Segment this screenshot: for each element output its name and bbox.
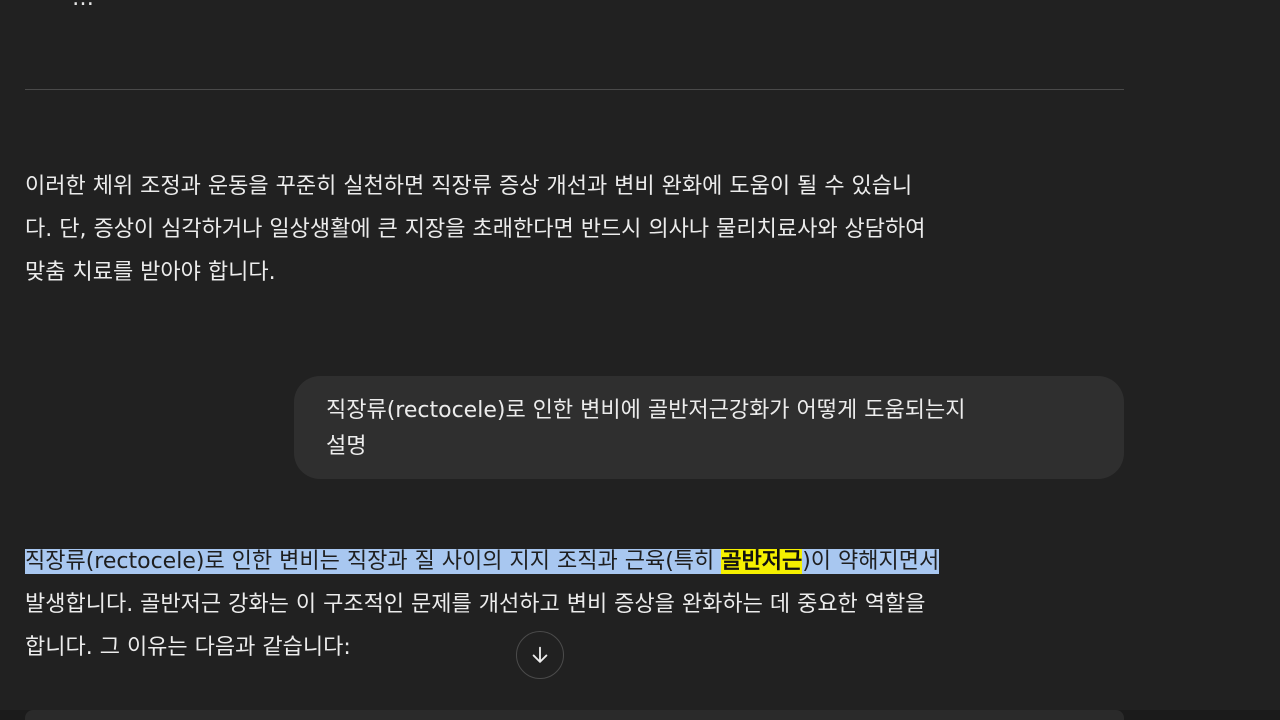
assistant-message-1-line: 다. 단, 증상이 심각하거나 일상생활에 큰 지장을 초래한다면 반드시 의사… [25,217,926,242]
assistant-message-2: 직장류(rectocele)로 인한 변비는 직장과 질 사이의 지지 조직과 … [25,540,1125,669]
selected-text: )이 약해지면서 [802,549,940,574]
arrow-down-icon [529,644,551,666]
selected-text: 직장류(rectocele)로 인한 변비는 직장과 질 사이의 지지 조직과 … [25,549,722,574]
assistant-message-1-line: 맞춤 치료를 받아야 합니다. [25,260,276,285]
highlighted-term: 골반저근 [721,549,803,574]
previous-message-cut-off: … [72,0,95,11]
assistant-message-2-line-2: 발생합니다. 골반저근 강화는 이 구조적인 문제를 개선하고 변비 증상을 완… [25,592,926,617]
assistant-message-2-line-1: 직장류(rectocele)로 인한 변비는 직장과 질 사이의 지지 조직과 … [25,540,1125,583]
chat-page: … 이러한 체위 조정과 운동을 꾸준히 실천하면 직장류 증상 개선과 변비 … [0,0,1280,720]
assistant-message-1: 이러한 체위 조정과 운동을 꾸준히 실천하면 직장류 증상 개선과 변비 완화… [25,165,1125,294]
message-divider [25,89,1124,90]
user-message-bubble: 직장류(rectocele)로 인한 변비에 골반저근강화가 어떻게 도움되는지… [294,376,1124,479]
composer-top [25,710,1124,720]
assistant-message-1-line: 이러한 체위 조정과 운동을 꾸준히 실천하면 직장류 증상 개선과 변비 완화… [25,174,913,199]
user-message-line: 설명 [326,434,367,459]
scroll-to-bottom-button[interactable] [516,631,564,679]
assistant-message-2-line-3: 합니다. 그 이유는 다음과 같습니다: [25,635,351,660]
composer-edge [0,710,1280,720]
user-message-line: 직장류(rectocele)로 인한 변비에 골반저근강화가 어떻게 도움되는지 [326,398,966,423]
